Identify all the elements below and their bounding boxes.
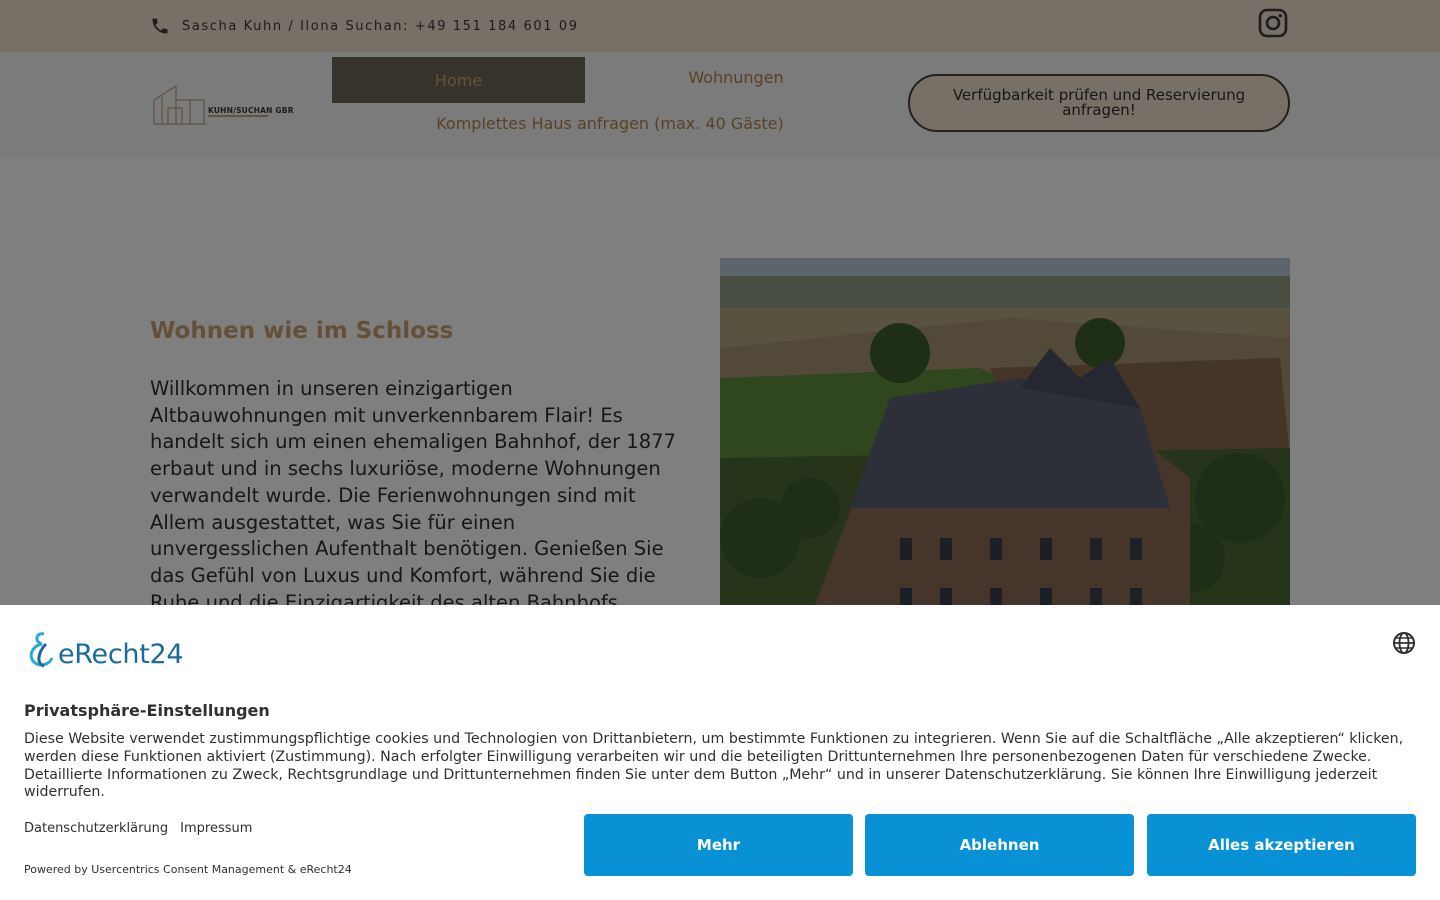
decline-button[interactable]: Ablehnen (865, 814, 1134, 876)
imprint-link[interactable]: Impressum (180, 821, 252, 836)
globe-icon[interactable] (1392, 631, 1416, 655)
cookie-consent-banner: eRecht24 Privatsphäre-Einstellungen Dies… (0, 605, 1440, 900)
erecht24-logo: eRecht24 (24, 630, 184, 670)
powered-by-text: Powered by Usercentrics Consent Manageme… (24, 863, 352, 876)
consent-description: Diese Website verwendet zustimmungspflic… (24, 731, 1404, 801)
consent-links: Datenschutzerklärung Impressum (24, 821, 252, 836)
erecht24-brand-text: eRecht24 (58, 639, 184, 670)
more-button[interactable]: Mehr (584, 814, 853, 876)
accept-all-button[interactable]: Alles akzeptieren (1147, 814, 1416, 876)
erecht24-logo-icon (29, 632, 54, 668)
consent-title: Privatsphäre-Einstellungen (24, 701, 270, 720)
privacy-policy-link[interactable]: Datenschutzerklärung (24, 821, 168, 836)
